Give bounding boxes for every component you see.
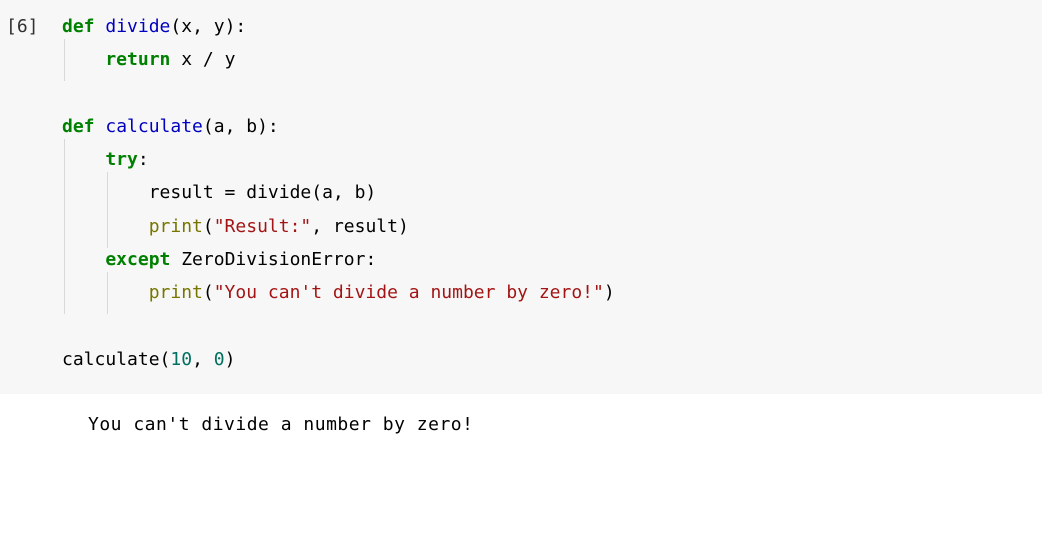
code-line: def calculate(a, b):	[62, 116, 279, 137]
notebook-cell: [6] def divide(x, y): return x / y def c…	[0, 0, 1042, 446]
cell-output-area: You can't divide a number by zero!	[0, 394, 1042, 445]
cell-prompt: [6]	[0, 10, 62, 376]
indent-guide	[105, 276, 116, 309]
code-block[interactable]: def divide(x, y): return x / y def calcu…	[62, 10, 1042, 376]
code-line: print("Result:", result)	[62, 216, 409, 237]
code-line: def divide(x, y):	[62, 16, 246, 37]
code-line: result = divide(a, b)	[62, 182, 376, 203]
cell-output: You can't divide a number by zero!	[88, 408, 1042, 441]
code-input-area: [6] def divide(x, y): return x / y def c…	[0, 0, 1042, 394]
code-line: print("You can't divide a number by zero…	[62, 282, 615, 303]
indent-guide	[105, 210, 116, 243]
output-gutter	[0, 408, 88, 441]
code-line: except ZeroDivisionError:	[62, 249, 376, 270]
indent-guide	[62, 43, 73, 76]
indent-guide	[62, 276, 73, 309]
code-line: calculate(10, 0)	[62, 349, 235, 370]
code-line: try:	[62, 149, 149, 170]
code-line: return x / y	[62, 49, 235, 70]
